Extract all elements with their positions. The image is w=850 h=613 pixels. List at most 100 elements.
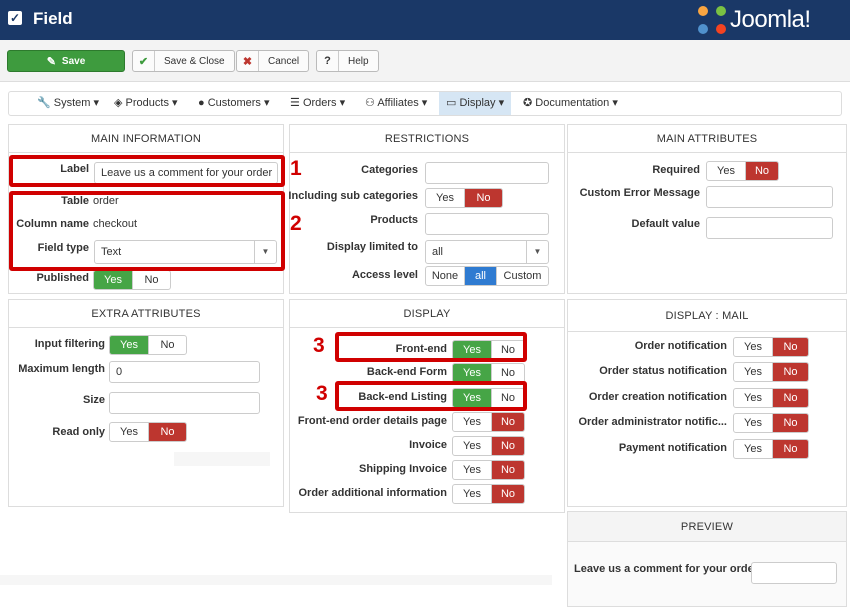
menu-display[interactable]: ▭ Display ▾ (439, 92, 512, 115)
toggle-no[interactable]: No (491, 364, 524, 382)
title-bar: ✓ Field Joomla! (0, 0, 850, 40)
display-limited-value: all (432, 246, 444, 258)
published-label: Published (36, 272, 89, 284)
menu-affiliates[interactable]: ⚇ Affiliates ▾ (365, 92, 427, 115)
extra-attributes-panel: EXTRA ATTRIBUTES Input filtering Yes No … (8, 299, 284, 507)
display-row-toggle[interactable]: Yes No (452, 436, 525, 456)
toggle-yes[interactable]: Yes (734, 440, 772, 458)
joomla-logo[interactable]: Joomla! (698, 6, 811, 34)
read-only-toggle[interactable]: Yes No (109, 422, 187, 442)
toggle-no[interactable]: No (491, 389, 524, 407)
display-row-toggle[interactable]: Yes No (452, 388, 525, 408)
display-row-label: Back-end Form (366, 366, 447, 378)
display-row-toggle[interactable]: Yes No (452, 412, 525, 432)
field-type-label: Field type (37, 242, 89, 254)
menu-system[interactable]: 🔧 System ▾ (37, 92, 99, 115)
toggle-no[interactable]: No (464, 189, 502, 207)
display-limited-select[interactable]: all ▼ (425, 240, 549, 264)
toggle-yes[interactable]: Yes (94, 271, 132, 289)
label-input[interactable]: Leave us a comment for your order (94, 162, 278, 184)
access-custom[interactable]: Custom (496, 267, 548, 285)
toggle-yes[interactable]: Yes (110, 336, 148, 354)
toggle-yes[interactable]: Yes (453, 413, 491, 431)
menu-documentation[interactable]: ✪ Documentation ▾ (523, 92, 618, 115)
help-label: Help (348, 55, 369, 67)
read-only-label: Read only (52, 426, 105, 438)
toggle-no[interactable]: No (491, 413, 524, 431)
mail-row-toggle[interactable]: Yes No (733, 439, 809, 459)
sub-categories-label: Including sub categories (288, 190, 418, 202)
cancel-button[interactable]: ✖ Cancel (236, 50, 310, 72)
faded-area (174, 452, 270, 466)
toggle-yes[interactable]: Yes (453, 341, 491, 359)
toggle-yes[interactable]: Yes (453, 364, 491, 382)
save-close-button[interactable]: ✔ Save & Close (132, 50, 235, 72)
main-menu: 🔧 System ▾ ◈ Products ▾ ● Customers ▾ ☰ … (8, 91, 842, 116)
toggle-yes[interactable]: Yes (453, 389, 491, 407)
mail-row-toggle[interactable]: Yes No (733, 337, 809, 357)
mail-row-toggle[interactable]: Yes No (733, 388, 809, 408)
toggle-no[interactable]: No (148, 423, 186, 441)
toggle-yes[interactable]: Yes (426, 189, 464, 207)
display-row-label: Back-end Listing (358, 391, 447, 403)
toggle-yes[interactable]: Yes (734, 363, 772, 381)
toggle-no[interactable]: No (491, 341, 524, 359)
toggle-yes[interactable]: Yes (734, 389, 772, 407)
size-input[interactable] (109, 392, 260, 414)
toggle-no[interactable]: No (491, 461, 524, 479)
toggle-no[interactable]: No (745, 162, 778, 180)
toggle-yes[interactable]: Yes (453, 437, 491, 455)
mail-row-toggle[interactable]: Yes No (733, 413, 809, 433)
sub-categories-toggle[interactable]: Yes No (425, 188, 503, 208)
max-length-input[interactable]: 0 (109, 361, 260, 383)
preview-input[interactable] (751, 562, 837, 584)
check-icon: ✔ (133, 51, 155, 71)
toggle-no[interactable]: No (772, 363, 808, 381)
toggle-no[interactable]: No (772, 389, 808, 407)
menu-orders[interactable]: ☰ Orders ▾ (290, 92, 345, 115)
mail-row-toggle[interactable]: Yes No (733, 362, 809, 382)
toggle-yes[interactable]: Yes (453, 461, 491, 479)
page-title: Field (33, 9, 73, 28)
panel-heading: DISPLAY : MAIL (568, 300, 846, 332)
access-level-toggle[interactable]: None all Custom (425, 266, 549, 286)
help-button[interactable]: ? Help (316, 50, 379, 72)
access-all[interactable]: all (464, 267, 496, 285)
toggle-no[interactable]: No (148, 336, 186, 354)
menu-products[interactable]: ◈ Products ▾ (114, 92, 178, 115)
field-type-select[interactable]: Text ▼ (94, 240, 277, 264)
published-toggle[interactable]: Yes No (93, 270, 171, 290)
display-row-toggle[interactable]: Yes No (452, 484, 525, 504)
custom-error-input[interactable] (706, 186, 833, 208)
toggle-yes[interactable]: Yes (110, 423, 148, 441)
menu-customers[interactable]: ● Customers ▾ (198, 92, 269, 115)
toggle-yes[interactable]: Yes (453, 485, 491, 503)
toggle-no[interactable]: No (772, 414, 808, 432)
required-toggle[interactable]: Yes No (706, 161, 779, 181)
caret-down-icon[interactable]: ▼ (254, 241, 276, 263)
caret-down-icon[interactable]: ▼ (526, 241, 548, 263)
products-input[interactable] (425, 213, 549, 235)
categories-input[interactable] (425, 162, 549, 184)
toggle-yes[interactable]: Yes (734, 414, 772, 432)
input-filtering-toggle[interactable]: Yes No (109, 335, 187, 355)
access-none[interactable]: None (426, 267, 464, 285)
toggle-no[interactable]: No (491, 437, 524, 455)
main-information-panel: MAIN INFORMATION Label Leave us a commen… (8, 124, 284, 294)
display-row-toggle[interactable]: Yes No (452, 363, 525, 383)
toggle-no[interactable]: No (132, 271, 170, 289)
restrictions-panel: RESTRICTIONS Categories Including sub ca… (288, 124, 565, 294)
display-panel: DISPLAY Front-end Yes No Back-end Form Yes No… (289, 299, 565, 513)
cancel-label: Cancel (268, 55, 300, 67)
toggle-yes[interactable]: Yes (707, 162, 745, 180)
display-row-toggle[interactable]: Yes No (452, 340, 525, 360)
faded-area (0, 575, 552, 585)
toggle-yes[interactable]: Yes (734, 338, 772, 356)
save-button[interactable]: ✎ Save (7, 50, 125, 72)
toggle-no[interactable]: No (491, 485, 524, 503)
toggle-no[interactable]: No (772, 338, 808, 356)
display-row-toggle[interactable]: Yes No (452, 460, 525, 480)
toggle-no[interactable]: No (772, 440, 808, 458)
default-value-input[interactable] (706, 217, 833, 239)
checkbox-icon: ✓ (8, 11, 22, 25)
